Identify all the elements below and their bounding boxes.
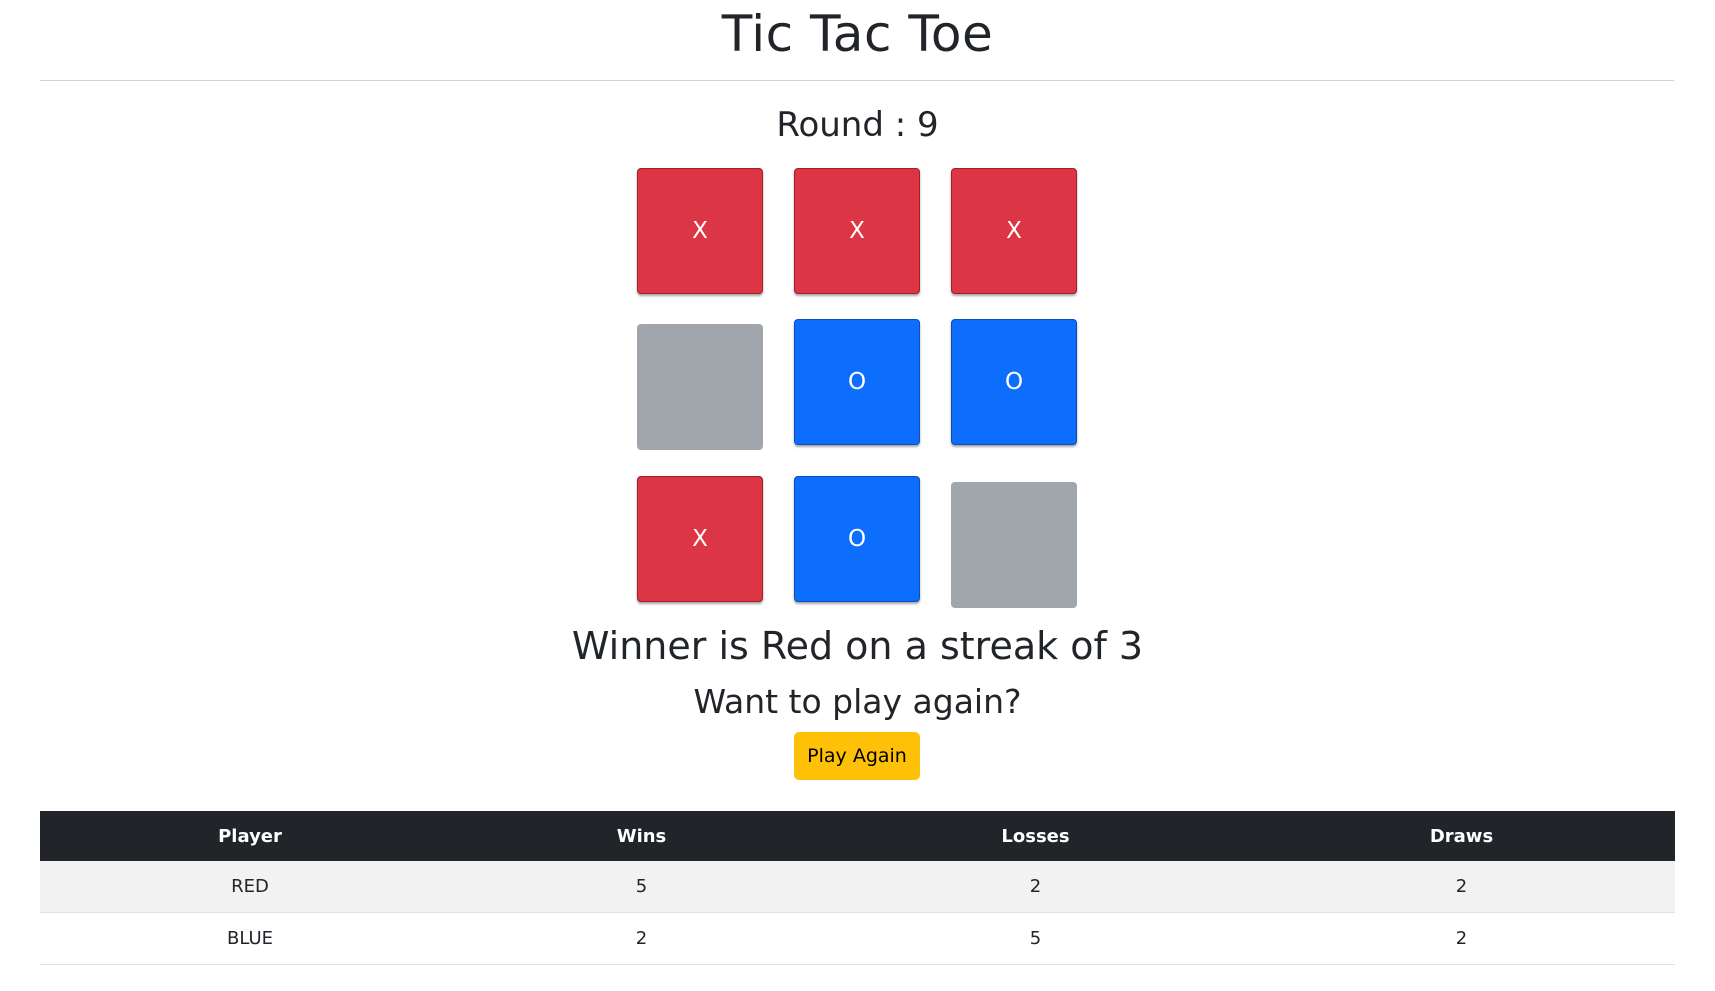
board-cell-9[interactable] <box>951 482 1077 608</box>
cell-wins: 2 <box>460 912 823 965</box>
board-cell-1[interactable]: X <box>637 168 763 294</box>
page-title: Tic Tac Toe <box>721 5 994 63</box>
round-label: Round : 9 <box>776 105 939 145</box>
header-divider <box>40 80 1674 81</box>
board-cell-6[interactable]: O <box>951 319 1077 445</box>
header-losses: Losses <box>823 811 1248 861</box>
board-cell-3[interactable]: X <box>951 168 1077 294</box>
board-cell-4[interactable] <box>637 324 763 450</box>
table-row: RED 5 2 2 <box>40 861 1675 913</box>
scoreboard-table: Player Wins Losses Draws RED 5 2 2 BLUE … <box>40 811 1675 965</box>
header-wins: Wins <box>460 811 823 861</box>
cell-player: RED <box>40 861 460 913</box>
cell-player: BLUE <box>40 912 460 965</box>
cell-losses: 5 <box>823 912 1248 965</box>
play-again-button[interactable]: Play Again <box>794 732 920 780</box>
winner-message: Winner is Red on a streak of 3 <box>571 624 1144 668</box>
board-cell-8[interactable]: O <box>794 476 920 602</box>
table-row: BLUE 2 5 2 <box>40 912 1675 965</box>
cell-draws: 2 <box>1248 912 1675 965</box>
board-cell-5[interactable]: O <box>794 319 920 445</box>
cell-wins: 5 <box>460 861 823 913</box>
board-cell-2[interactable]: X <box>794 168 920 294</box>
board-cell-7[interactable]: X <box>637 476 763 602</box>
header-player: Player <box>40 811 460 861</box>
play-again-prompt: Want to play again? <box>693 682 1022 721</box>
table-header-row: Player Wins Losses Draws <box>40 811 1675 861</box>
cell-losses: 2 <box>823 861 1248 913</box>
header-draws: Draws <box>1248 811 1675 861</box>
cell-draws: 2 <box>1248 861 1675 913</box>
